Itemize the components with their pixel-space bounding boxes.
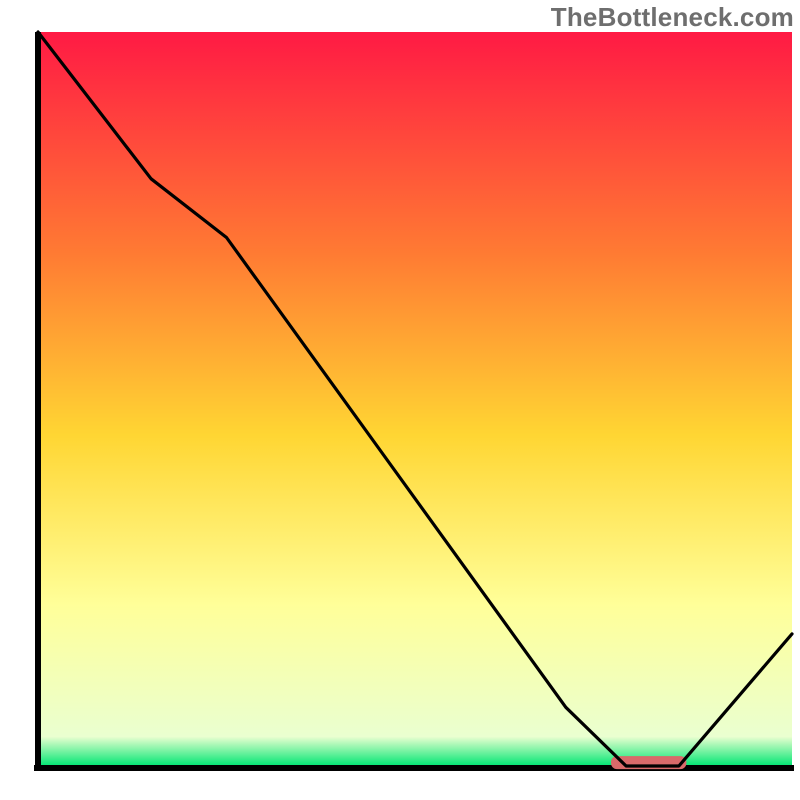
plot-background [38, 32, 792, 766]
chart-container: TheBottleneck.com [0, 0, 800, 800]
chart-svg [0, 0, 800, 800]
watermark-text: TheBottleneck.com [551, 2, 794, 33]
